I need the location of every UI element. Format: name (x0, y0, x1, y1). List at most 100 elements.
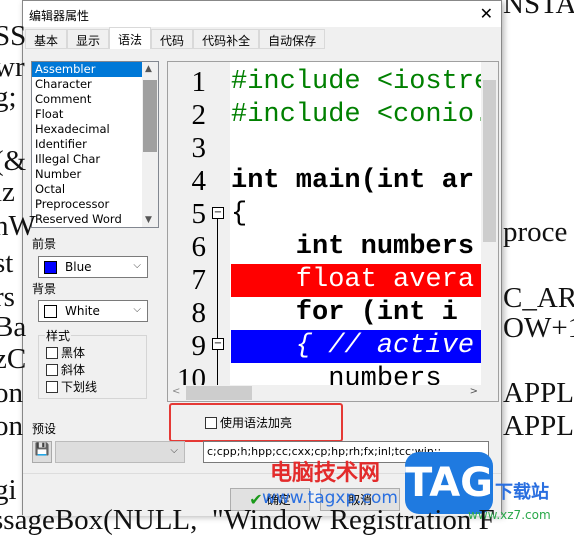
line-number: 9 (191, 330, 207, 362)
vertical-scroll-thumb[interactable] (483, 80, 496, 242)
line-number: 2 (191, 99, 207, 131)
title-bar: 编辑器属性 ✕ (23, 1, 501, 27)
foreground-select[interactable]: Blue ⌵ (38, 256, 148, 278)
fold-collapse-icon[interactable]: − (212, 338, 224, 350)
list-item[interactable]: Identifier (32, 137, 142, 152)
style-checkbox[interactable]: 下划线 (46, 378, 146, 395)
close-icon[interactable]: ✕ (480, 4, 493, 23)
background-text: (& (0, 145, 27, 177)
background-value: White (65, 304, 100, 318)
background-text: on (0, 410, 23, 442)
color-swatch (44, 304, 57, 318)
checkbox-box[interactable] (46, 380, 58, 393)
line-number: 1 (191, 66, 207, 98)
background-text: g; (0, 81, 17, 113)
list-item[interactable]: Preprocessor (32, 197, 142, 212)
line-number: 5 (191, 198, 207, 230)
horizontal-scroll-thumb[interactable] (186, 386, 252, 400)
background-text: APPLI (503, 410, 574, 442)
list-item[interactable]: Number (32, 167, 142, 182)
tab-3[interactable]: 代码 (151, 29, 194, 49)
background-text: iz (0, 176, 15, 208)
preset-label: 预设 (32, 422, 57, 436)
line-number: 8 (191, 297, 207, 329)
list-item[interactable]: Illegal Char (32, 152, 142, 167)
code-line: #include <conio.h> (231, 100, 484, 130)
checkbox-label: 使用语法加亮 (220, 416, 293, 430)
background-text: wr (0, 51, 25, 83)
vertical-scrollbar[interactable] (481, 62, 498, 387)
code-line: int main(int ar (231, 166, 475, 196)
background-text: st (0, 247, 14, 279)
scroll-right-icon[interactable]: > (470, 386, 478, 397)
element-list[interactable]: Assembler Character Comment Float Hexadecima… (31, 61, 159, 228)
background-text: gi (0, 474, 17, 506)
list-item[interactable]: Assembler (32, 62, 142, 77)
line-number: 4 (191, 165, 207, 197)
syntax-preview: 12345678910 #include <iostream>#include … (167, 61, 499, 402)
chevron-down-icon: ⌵ (133, 304, 141, 315)
list-scroll-thumb[interactable] (143, 80, 157, 152)
preset-select[interactable]: ⌵ (55, 441, 185, 463)
background-text: nW (0, 210, 36, 242)
checkbox-box[interactable] (46, 363, 58, 376)
dialog-title: 编辑器属性 (29, 9, 90, 23)
color-swatch (44, 260, 57, 274)
scroll-down-icon[interactable]: ▼ (145, 215, 152, 225)
watermark-brand: 下载站 (495, 482, 549, 503)
tab-2[interactable]: 语法 (109, 27, 152, 49)
checkbox-label: 黑体 (61, 346, 86, 360)
chevron-down-icon: ⌵ (133, 260, 141, 271)
style-group: 样式 黑体斜体下划线 (38, 327, 147, 399)
tab-bar: 基本 显示 语法 代码 代码补全 自动保存 (25, 27, 326, 49)
line-number: 6 (191, 231, 207, 263)
horizontal-scrollbar[interactable]: < > (168, 385, 498, 401)
line-number: 3 (191, 132, 207, 164)
list-scrollbar[interactable]: ▲ ▼ (142, 62, 158, 227)
code-line: int numbers (231, 232, 475, 262)
line-number: 7 (191, 264, 207, 296)
list-item[interactable]: Reserved Word (32, 212, 142, 227)
style-label: 样式 (45, 327, 72, 344)
background-text: proce (503, 216, 568, 248)
tab-4[interactable]: 代码补全 (193, 29, 260, 49)
foreground-value: Blue (65, 260, 92, 274)
style-checkbox[interactable]: 黑体 (46, 344, 146, 361)
tab-5[interactable]: 自动保存 (259, 29, 326, 49)
code-line: float avera (231, 264, 484, 297)
fold-line (217, 219, 218, 387)
list-item[interactable]: Octal (32, 182, 142, 197)
checkbox-box[interactable] (46, 346, 58, 359)
code-line: { (231, 199, 248, 229)
list-item[interactable]: Comment (32, 92, 142, 107)
watermark-site-name: 电脑技术网 (270, 461, 381, 486)
background-text: C_ARE (503, 282, 574, 314)
background-text: rs (0, 281, 15, 313)
tab-0[interactable]: 基本 (25, 29, 68, 49)
scroll-left-icon[interactable]: < (172, 386, 180, 397)
background-text: Ba (0, 311, 27, 343)
background-text: NSTAN (503, 0, 574, 20)
code-line: #include <iostream> (231, 67, 484, 97)
list-item[interactable]: Hexadecimal (32, 122, 142, 137)
tab-1[interactable]: 显示 (67, 29, 110, 49)
style-checkbox[interactable]: 斜体 (46, 361, 146, 378)
background-select[interactable]: White ⌵ (38, 300, 148, 322)
checkbox-label: 斜体 (61, 363, 86, 377)
fold-collapse-icon[interactable]: − (212, 207, 224, 219)
background-text: on (0, 377, 23, 409)
editor-properties-dialog: 编辑器属性 ✕ 基本 显示 语法 代码 代码补全 自动保存 Assembler Charac… (22, 0, 502, 516)
use-syntax-highlight-checkbox[interactable]: 使用语法加亮 (205, 414, 292, 431)
list-item[interactable]: Float (32, 107, 142, 122)
background-text: ssageBox(NULL, "Window Registration F (0, 504, 495, 536)
checkbox-label: 下划线 (61, 380, 98, 394)
background-label: 背景 (32, 282, 57, 296)
list-item[interactable]: Character (32, 77, 142, 92)
background-text: zC (0, 343, 27, 375)
background-text: OW+1) (503, 312, 574, 344)
scroll-up-icon[interactable]: ▲ (145, 64, 152, 74)
chevron-down-icon: ⌵ (170, 445, 178, 456)
save-preset-icon[interactable]: 💾 (32, 441, 52, 463)
checkbox-box[interactable] (205, 416, 217, 429)
